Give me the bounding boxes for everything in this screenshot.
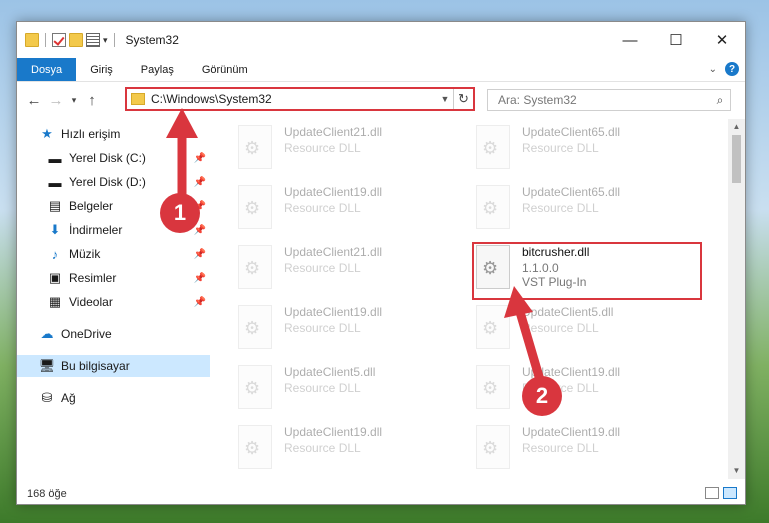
arrow-2-head <box>504 286 533 318</box>
arrow-1-head <box>166 108 198 138</box>
annotation-badge-2: 2 <box>522 376 562 416</box>
annotation-badge-1: 1 <box>160 193 200 233</box>
annotation-arrows <box>166 108 545 382</box>
arrow-2-line <box>515 310 545 382</box>
